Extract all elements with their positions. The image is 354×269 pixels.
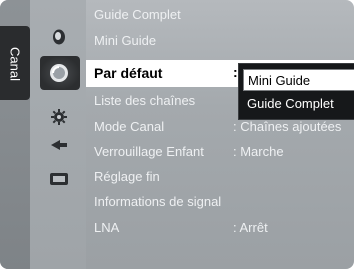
menu-item-lna[interactable]: LNA : Arrêt (94, 217, 268, 239)
menu-item-label: Verrouillage Enfant (94, 144, 204, 159)
menu-item-value: : Marche (233, 144, 284, 159)
menu-item-liste-des-chaines[interactable]: Liste des chaînes (94, 90, 195, 112)
menu-item-par-defaut[interactable]: Par défaut (94, 62, 162, 84)
menu-item-guide-complet[interactable]: Guide Complet (94, 4, 181, 26)
dropdown-option-guide-complet[interactable]: Guide Complet (243, 93, 354, 115)
menu-item-label: Par défaut (94, 65, 163, 81)
selected-row-separator: : (233, 64, 238, 80)
menu-item-reglage-fin[interactable]: Réglage fin (94, 166, 160, 188)
menu-item-label: Guide Complet (94, 7, 181, 22)
application-icon[interactable] (48, 168, 70, 190)
menu-item-mini-guide[interactable]: Mini Guide (94, 30, 156, 52)
menu-item-mode-canal[interactable]: Mode Canal : Chaînes ajoutées (94, 116, 341, 138)
menu-item-label: Mini Guide (94, 33, 157, 48)
menu-item-value: : Arrêt (233, 220, 268, 235)
input-icon[interactable] (48, 134, 70, 156)
menu-item-informations-de-signal[interactable]: Informations de signal (94, 191, 221, 213)
channel-icon[interactable] (48, 62, 70, 84)
menu-item-verrouillage-enfant[interactable]: Verrouillage Enfant : Marche (94, 141, 284, 163)
dropdown-option-mini-guide[interactable]: Mini Guide (243, 69, 354, 91)
setup-icon[interactable] (48, 106, 70, 128)
tv-osd-menu: Canal Guide Complet Mini Guide Par défau… (0, 0, 354, 269)
default-option-dropdown: Mini Guide Guide Complet (238, 63, 354, 120)
menu-item-label: Réglage fin (94, 169, 160, 184)
menu-item-label: Liste des chaînes (94, 93, 196, 108)
side-label: Canal (7, 47, 23, 81)
menu-item-label: LNA (94, 220, 120, 235)
menu-item-label: Informations de signal (94, 194, 222, 209)
menu-item-label: Mode Canal (94, 119, 165, 134)
picture-icon[interactable] (48, 26, 70, 48)
